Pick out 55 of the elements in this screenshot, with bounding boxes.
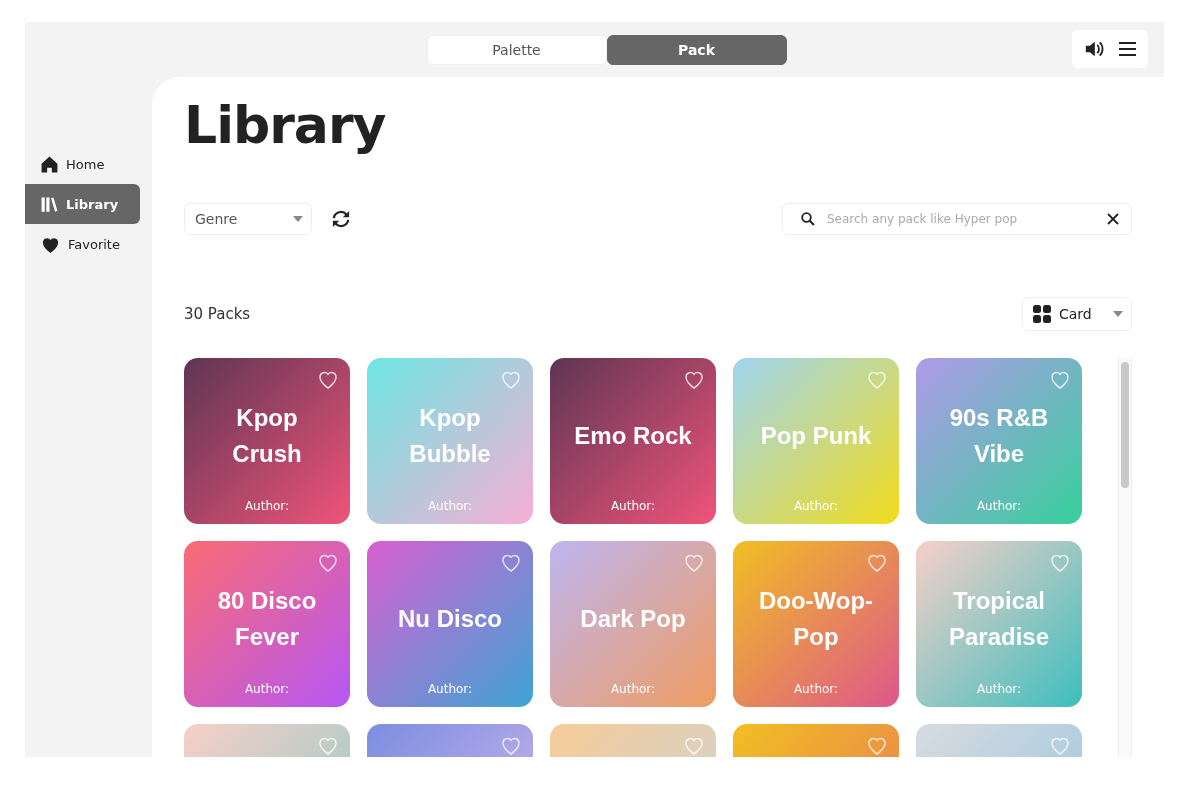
pack-title: Tropical Paradise (947, 586, 1051, 652)
pack-title: Pop Punk (760, 421, 872, 451)
heart-icon[interactable] (317, 552, 339, 572)
close-icon[interactable] (1107, 213, 1119, 225)
pack-author: Author: (609, 682, 657, 696)
pack-author: Author: (975, 682, 1023, 696)
heart-icon[interactable] (866, 552, 888, 572)
search-icon (801, 212, 815, 226)
heart-icon[interactable] (683, 369, 705, 389)
pack-author: Author: (243, 499, 291, 513)
heart-icon[interactable] (866, 735, 888, 755)
pack-title: Doo-Wop-Pop (757, 586, 875, 652)
menu-icon[interactable] (1119, 42, 1137, 56)
pack-title: Nu Disco (398, 604, 502, 634)
view-select[interactable]: Card (1022, 297, 1132, 331)
pack-card[interactable]: Nu Disco Author: (367, 541, 533, 707)
genre-select[interactable]: Genre (184, 203, 312, 235)
pack-author: Author: (426, 499, 474, 513)
search-field[interactable]: Search any pack like Hyper pop (782, 203, 1132, 235)
pack-author: Author: (609, 499, 657, 513)
sidebar-item[interactable]: Home (25, 144, 140, 184)
heart-icon[interactable] (1049, 369, 1071, 389)
home-icon (40, 154, 59, 174)
pack-author: Author: (243, 682, 291, 696)
heart-icon[interactable] (500, 735, 522, 755)
pack-title: Emo Rock (574, 421, 692, 451)
heart-icon[interactable] (317, 369, 339, 389)
caret-icon (293, 216, 303, 222)
pack-author: Author: (792, 682, 840, 696)
pack-title: 80 Disco Fever (216, 586, 318, 652)
volume-icon[interactable] (1083, 40, 1104, 58)
scrollbar-thumb[interactable] (1121, 362, 1129, 488)
heart-icon[interactable] (500, 552, 522, 572)
pack-title: Kpop Bubble (408, 403, 492, 469)
pack-author: Author: (792, 499, 840, 513)
pack-title: Kpop Crush (231, 403, 303, 469)
sidebar-item[interactable]: Library (25, 184, 140, 224)
pack-title: 90s R&B Vibe (948, 403, 1050, 469)
mode-tab[interactable]: Pack (606, 34, 787, 65)
sidebar-item[interactable]: Favorite (25, 224, 140, 264)
pack-author: Author: (426, 682, 474, 696)
books-icon (40, 194, 59, 214)
refresh-icon[interactable] (330, 210, 352, 228)
heart-icon[interactable] (683, 552, 705, 572)
grid-icon (1033, 305, 1051, 323)
page-title: Library (184, 95, 387, 155)
pack-card[interactable]: Kpop Crush Author: (184, 358, 350, 524)
pack-card[interactable]: Emo Rock Author: (550, 358, 716, 524)
caret-icon (1113, 311, 1123, 317)
pack-author: Author: (975, 499, 1023, 513)
mode-tab[interactable]: Palette (426, 34, 607, 65)
pack-count: 30 Packs (184, 305, 251, 323)
pack-card[interactable]: Doo-Wop-Pop Author: (733, 541, 899, 707)
pack-card[interactable]: 80 Disco Fever Author: (184, 541, 350, 707)
pack-title: Dark Pop (580, 604, 686, 634)
